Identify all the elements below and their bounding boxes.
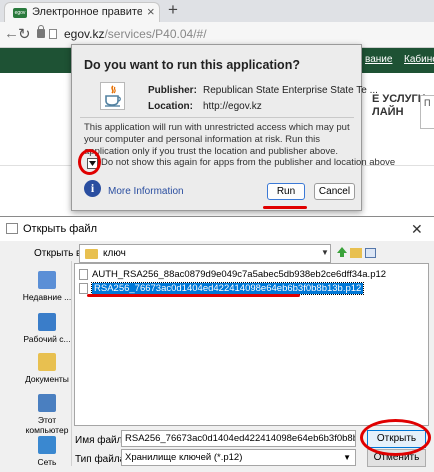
file-list[interactable]: AUTH_RSA256_88ac0879d9e049c7a5abec5db938… [74, 263, 429, 426]
url-path: /services/P40.04/#/ [104, 27, 207, 41]
services-heading: Е УСЛУГИ ЛАЙН [372, 93, 426, 119]
file-type-select[interactable]: Хранилище ключей (*.p12) ▼ [121, 449, 356, 466]
info-icon: i [84, 180, 101, 197]
reload-icon[interactable]: ↻ [18, 25, 31, 43]
documents-icon [38, 353, 56, 371]
location-label: Location: [148, 101, 193, 112]
new-folder-icon[interactable] [350, 248, 362, 258]
java-security-dialog: Do you want to run this application? Pub… [71, 44, 395, 211]
annotation-underline-run [263, 206, 307, 209]
file-icon [79, 283, 88, 294]
page-icon [49, 29, 57, 39]
places-bar: Недавние ... Рабочий с... Документы Этот… [22, 261, 72, 467]
back-arrow-icon[interactable]: ← [4, 25, 19, 42]
place-recent-label: Недавние ... [22, 292, 72, 302]
up-folder-icon[interactable] [337, 247, 347, 257]
file-type-value: Хранилище ключей (*.p12) [125, 452, 243, 463]
recent-icon [38, 271, 56, 289]
look-in-dropdown[interactable]: ключ ▼ [79, 244, 331, 263]
file-dialog-titlebar: Открыть файл ✕ [0, 217, 434, 241]
tab-bar: egov Электронное правительс × + [0, 0, 434, 22]
chevron-down-icon: ▼ [321, 248, 329, 257]
dont-show-again-label[interactable]: Do not show this again for apps from the… [101, 157, 395, 168]
place-recent[interactable]: Недавние ... [22, 271, 72, 302]
file-row[interactable]: AUTH_RSA256_88ac0879d9e049c7a5abec5db938… [79, 268, 419, 282]
view-menu-icon[interactable] [365, 248, 376, 258]
browser-tab[interactable]: egov Электронное правительс × [4, 2, 160, 22]
location-value: http://egov.kz [203, 101, 262, 112]
file-name-input[interactable]: RSA256_76673ac0d1404ed422414098e64eb6b3f… [121, 430, 356, 447]
file-toolbar [337, 245, 377, 261]
close-icon[interactable]: ✕ [411, 221, 423, 238]
look-in-label: Открыть в: [34, 248, 85, 259]
network-icon [38, 436, 56, 454]
folder-icon [85, 249, 98, 259]
dialog-app-icon [6, 223, 18, 234]
place-this-pc[interactable]: Этот компьютер [22, 394, 72, 435]
publisher-label: Publisher: [148, 85, 197, 96]
annotation-underline-file [87, 294, 300, 297]
file-name: RSA256_76673ac0d1404ed422414098e64eb6b3f… [90, 282, 365, 295]
file-name: AUTH_RSA256_88ac0879d9e049c7a5abec5db938… [92, 269, 387, 280]
place-network[interactable]: Сеть [22, 436, 72, 467]
dialog-title: Do you want to run this application? [84, 58, 300, 72]
more-information-link[interactable]: More Information [108, 186, 184, 197]
nav-link-partial[interactable]: вание [365, 54, 392, 65]
dont-show-again-row[interactable]: Do not show this again for apps from the… [83, 156, 395, 170]
desktop-icon [38, 313, 56, 331]
nav-link-cabinet[interactable]: Кабинет [404, 54, 434, 65]
place-desktop[interactable]: Рабочий с... [22, 313, 72, 344]
services-line-2: ЛАЙН [372, 106, 404, 118]
look-in-value: ключ [103, 248, 126, 259]
computer-icon [38, 394, 56, 412]
run-button[interactable]: Run [267, 183, 305, 200]
place-documents[interactable]: Документы [22, 353, 72, 384]
place-desktop-label: Рабочий с... [23, 334, 71, 344]
annotation-circle-checkbox [78, 149, 101, 175]
tab-close-icon[interactable]: × [147, 4, 155, 19]
publisher-value: Republican State Enterprise State Te ... [203, 85, 378, 96]
url-host: egov.kz [64, 27, 105, 41]
place-this-pc-label: Этот компьютер [25, 415, 69, 435]
egov-favicon-icon: egov [13, 8, 27, 18]
file-icon [79, 269, 88, 280]
new-tab-icon[interactable]: + [168, 0, 178, 20]
chevron-down-icon: ▼ [343, 453, 351, 462]
file-dialog-title: Открыть файл [23, 223, 97, 235]
place-network-label: Сеть [37, 457, 57, 467]
place-documents-label: Документы [25, 374, 69, 384]
lock-icon[interactable] [37, 25, 45, 38]
page-side-box: П [420, 95, 434, 129]
dialog-separator [80, 117, 354, 118]
cancel-button[interactable]: Cancel [314, 183, 355, 200]
risk-warning-text: This application will run with unrestric… [84, 122, 350, 157]
annotation-circle-open [360, 419, 431, 456]
services-line-1: Е УСЛУГИ [372, 93, 426, 105]
tab-title: Электронное правительс [32, 6, 142, 18]
url-field[interactable]: egov.kz/services/P40.04/#/ [64, 27, 207, 41]
java-cup-icon [100, 82, 125, 110]
